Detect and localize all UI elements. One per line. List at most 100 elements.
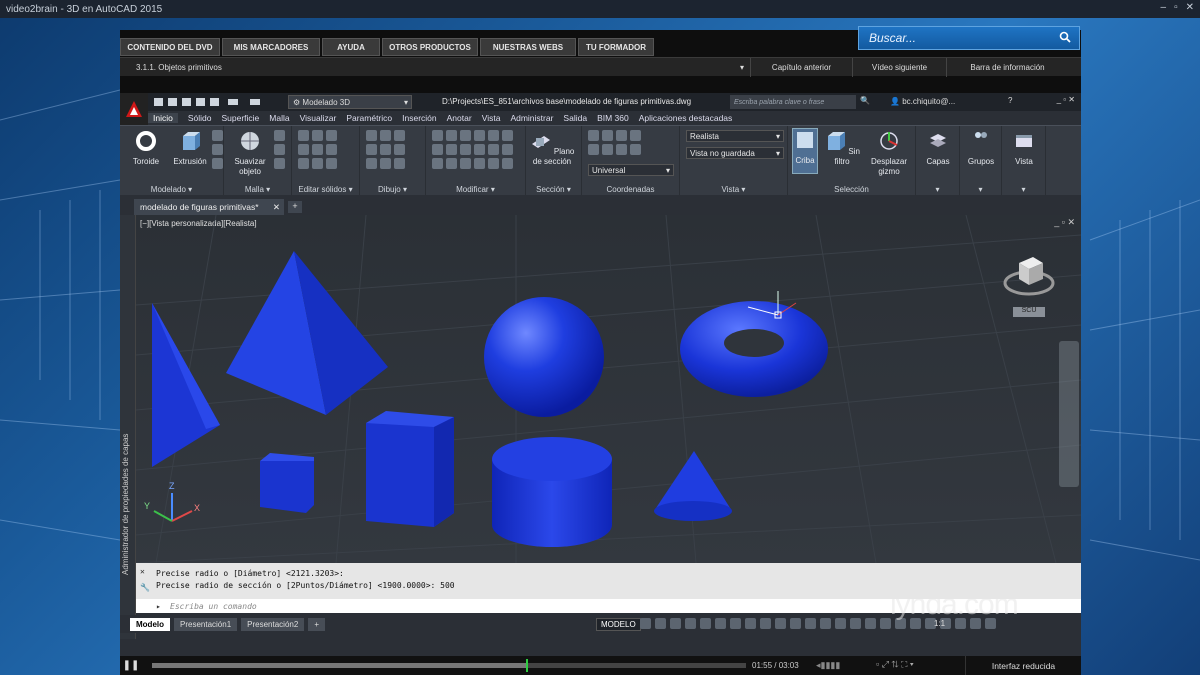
binoculars-icon[interactable]: 🔍 — [860, 96, 870, 105]
layers-button[interactable]: Capas — [918, 130, 958, 167]
viewcube-icon[interactable] — [1003, 249, 1055, 301]
groups-button[interactable]: Grupos — [962, 130, 1000, 167]
visual-style-select[interactable]: Realista ▾ — [686, 130, 784, 142]
tab-productos[interactable]: OTROS PRODUCTOS — [382, 38, 478, 56]
capas-expand-icon[interactable]: ▾ — [916, 185, 959, 194]
tab-insercion[interactable]: Inserción — [402, 113, 437, 123]
autocad-logo-icon[interactable] — [120, 93, 148, 125]
malla-small-tools[interactable] — [274, 130, 285, 169]
panel-title-editar-solidos[interactable]: Editar sólidos ▾ — [292, 185, 359, 194]
grupos-expand-icon[interactable]: ▾ — [960, 185, 1001, 194]
close-icon[interactable]: ✕ — [1186, 2, 1194, 13]
modificar-tools[interactable] — [432, 130, 513, 169]
panel-title-dibujo[interactable]: Dibujo ▾ — [360, 185, 425, 194]
close-icon[interactable]: ✕ — [273, 202, 280, 213]
move-gizmo-button[interactable]: Desplazar gizmo — [866, 130, 912, 177]
tab-parametrico[interactable]: Paramétrico — [346, 113, 392, 123]
help-icon[interactable]: ? — [1008, 96, 1012, 105]
tab-visualizar[interactable]: Visualizar — [300, 113, 337, 123]
coordenadas-tools[interactable] — [588, 130, 641, 155]
tab-superficie[interactable]: Superficie — [221, 113, 259, 123]
workspace-select[interactable]: ⚙ Modelado 3D ▾ — [288, 95, 412, 109]
progress-handle[interactable] — [526, 659, 529, 672]
cylinder-solid[interactable] — [492, 437, 612, 547]
lesson-selector[interactable]: 3.1.1. Objetos primitivos ▾ — [120, 63, 750, 72]
wedge-solid[interactable] — [152, 303, 220, 467]
tab-inicio[interactable]: Inicio — [148, 113, 178, 123]
new-layout-button[interactable]: + — [308, 617, 325, 631]
tab-salida[interactable]: Salida — [563, 113, 587, 123]
view-label: Vista — [1015, 157, 1033, 166]
viewcube[interactable]: SCU — [1003, 249, 1055, 317]
tab-vista[interactable]: Vista — [482, 113, 501, 123]
tab-webs[interactable]: NUESTRAS WEBS — [480, 38, 576, 56]
panel-title-coordenadas[interactable]: Coordenadas — [582, 185, 679, 194]
maximize-icon[interactable]: ▫ — [1174, 2, 1178, 13]
volume-icon[interactable]: ◂▮▮▮▮ — [816, 660, 840, 671]
tab-solido[interactable]: Sólido — [188, 113, 212, 123]
panel-title-seleccion[interactable]: Selección — [788, 185, 915, 194]
visual-style-value: Realista — [690, 131, 719, 141]
tab-aplicaciones[interactable]: Aplicaciones destacadas — [639, 113, 733, 123]
tab-formador[interactable]: TU FORMADOR — [578, 38, 654, 56]
ucs-select[interactable]: Universal ▾ — [588, 164, 674, 176]
named-view-select[interactable]: Vista no guardada ▾ — [686, 147, 784, 159]
autocad-window-controls[interactable]: _ ▫ ✕ — [1057, 95, 1075, 104]
tab-marcadores[interactable]: MIS MARCADORES — [222, 38, 320, 56]
player-option-icons[interactable]: ▫ ⤢ ⇅ ⛶ ▾ — [876, 659, 914, 670]
editar-solidos-tools[interactable] — [298, 130, 337, 169]
quick-access-icons[interactable] — [154, 96, 282, 108]
tab-anotar[interactable]: Anotar — [447, 113, 472, 123]
cube-solid[interactable] — [260, 453, 314, 513]
vista-expand-icon[interactable]: ▾ — [1002, 185, 1045, 194]
wcs-menu[interactable]: SCU — [1013, 307, 1045, 317]
previous-chapter-button[interactable]: Capítulo anterior — [750, 57, 852, 77]
viewport-window-controls[interactable]: _ ▫ ✕ — [1054, 217, 1075, 228]
panel-title-modelado[interactable]: Modelado ▾ — [120, 185, 223, 194]
torus-solid[interactable] — [680, 301, 828, 397]
minimize-icon[interactable]: – — [1161, 2, 1167, 13]
panel-title-malla[interactable]: Malla ▾ — [224, 185, 291, 194]
view-button[interactable]: Vista — [1004, 130, 1044, 167]
close-icon[interactable]: ✕ — [140, 567, 145, 576]
smooth-object-button[interactable]: Suavizar objeto — [230, 130, 270, 177]
section-plane-button[interactable]: Plano de sección — [528, 130, 576, 167]
tab-administrar[interactable]: Administrar — [510, 113, 553, 123]
model-viewport[interactable]: [−][Vista personalizada][Realista] Z X Y… — [136, 215, 1081, 563]
model-space-toggle[interactable]: MODELO — [596, 618, 641, 631]
torus-button[interactable]: Toroide — [126, 130, 166, 167]
search-icon[interactable] — [1059, 31, 1071, 43]
panel-title-vista[interactable]: Vista ▾ — [680, 185, 787, 194]
search-input[interactable]: Buscar... — [858, 26, 1080, 50]
keyword-search-input[interactable]: Escriba palabra clave o frase — [730, 95, 856, 109]
navigation-bar[interactable] — [1059, 341, 1079, 487]
no-filter-button[interactable]: Sin filtro — [822, 130, 862, 167]
tab-ayuda[interactable]: AYUDA — [322, 38, 380, 56]
box-solid[interactable] — [366, 411, 454, 527]
panel-title-modificar[interactable]: Modificar ▾ — [426, 185, 525, 194]
layer-properties-palette[interactable]: Administrador de propiedades de capas — [120, 215, 136, 639]
dibujo-tools[interactable] — [366, 130, 405, 169]
tab-bim360[interactable]: BIM 360 — [597, 113, 629, 123]
reduced-interface-button[interactable]: Interfaz reducida — [965, 656, 1081, 675]
modelado-small-tools[interactable] — [212, 130, 223, 169]
pause-icon[interactable]: ❚❚ — [120, 660, 142, 671]
sphere-solid[interactable] — [484, 297, 604, 417]
tab-contenido[interactable]: CONTENIDO DEL DVD — [120, 38, 220, 56]
tab-presentacion1[interactable]: Presentación1 — [174, 617, 238, 631]
tab-modelo[interactable]: Modelo — [130, 617, 170, 631]
info-bar-button[interactable]: Barra de información — [946, 57, 1068, 77]
next-video-button[interactable]: Vídeo siguiente — [852, 57, 946, 77]
tab-presentacion2[interactable]: Presentación2 — [241, 617, 305, 631]
culling-button[interactable]: Criba — [792, 128, 818, 174]
new-tab-button[interactable]: + — [288, 201, 302, 213]
document-tab-active[interactable]: modelado de figuras primitivas* ✕ — [134, 199, 284, 215]
wrench-icon[interactable]: 🔧 — [140, 583, 150, 592]
user-account[interactable]: 👤 bc.chiquito@... — [890, 97, 955, 106]
extrude-button[interactable]: Extrusión — [170, 130, 210, 167]
panel-title-seccion[interactable]: Sección ▾ — [526, 185, 581, 194]
progress-bar[interactable] — [152, 659, 746, 672]
cone-solid[interactable] — [654, 451, 732, 521]
tab-malla[interactable]: Malla — [269, 113, 289, 123]
pyramid-solid[interactable] — [226, 251, 388, 415]
